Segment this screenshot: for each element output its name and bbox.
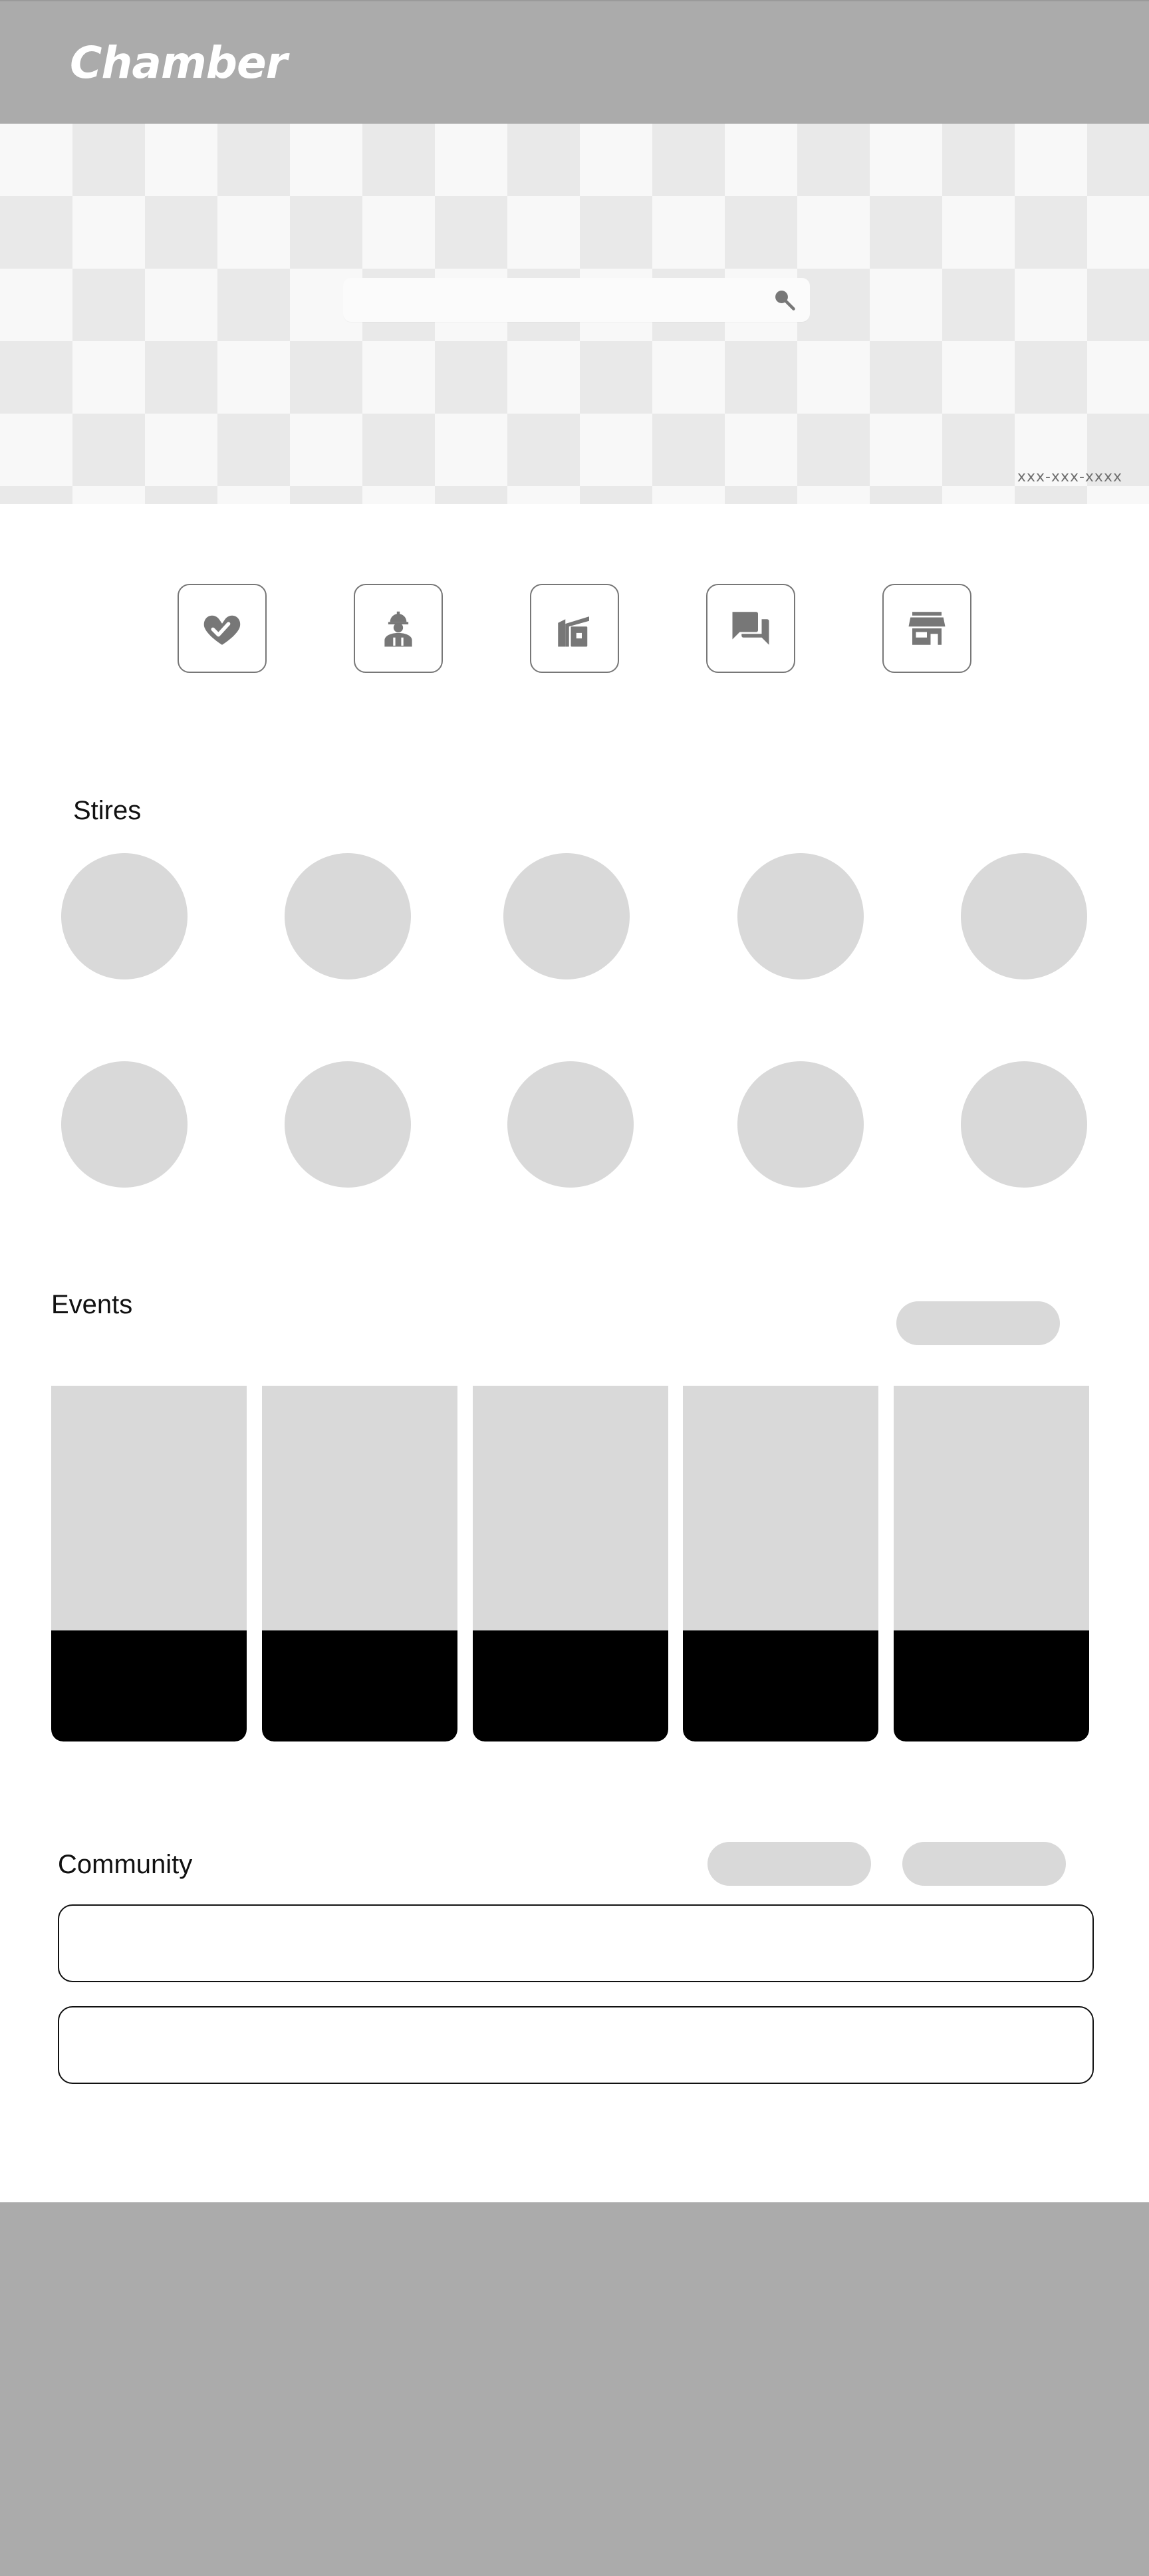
logo[interactable]: Chamber — [70, 33, 287, 93]
quick-link-stores[interactable] — [882, 584, 971, 673]
store-item[interactable] — [285, 853, 411, 979]
chat-bubbles-icon — [729, 606, 773, 650]
top-header: Chamber — [0, 0, 1149, 124]
store-item[interactable] — [737, 1061, 864, 1188]
factory-icon — [553, 606, 596, 650]
handshake-heart-icon — [200, 606, 244, 650]
store-item[interactable] — [61, 853, 188, 979]
search-icon[interactable] — [771, 287, 798, 313]
store-item[interactable] — [61, 1061, 188, 1188]
storefront-icon — [905, 606, 949, 650]
events-title: Events — [51, 1290, 133, 1319]
store-item[interactable] — [737, 853, 864, 979]
event-card-footer — [894, 1630, 1089, 1741]
event-card[interactable] — [473, 1386, 668, 1741]
store-item[interactable] — [961, 853, 1087, 979]
search-bar[interactable] — [343, 278, 810, 323]
quick-links — [0, 584, 1149, 674]
community-filter-button[interactable] — [707, 1842, 871, 1886]
event-card[interactable] — [683, 1386, 878, 1741]
community-filter-button[interactable] — [902, 1842, 1066, 1886]
search-input[interactable] — [355, 278, 770, 323]
event-card-footer — [683, 1630, 878, 1741]
event-card-footer — [262, 1630, 457, 1741]
event-card-footer — [473, 1630, 668, 1741]
store-item[interactable] — [961, 1061, 1087, 1188]
quick-link-workforce[interactable] — [354, 584, 443, 673]
footer — [0, 2202, 1149, 2576]
community-title: Community — [58, 1850, 193, 1879]
phone-number: xxx-xxx-xxxx — [1017, 469, 1122, 485]
event-card-footer — [51, 1630, 247, 1741]
worker-icon — [376, 606, 420, 650]
event-card[interactable] — [894, 1386, 1089, 1741]
event-card[interactable] — [262, 1386, 457, 1741]
quick-link-industry[interactable] — [530, 584, 619, 673]
quick-link-forum[interactable] — [706, 584, 795, 673]
quick-link-partners[interactable] — [178, 584, 267, 673]
events-view-all-button[interactable] — [896, 1301, 1060, 1345]
event-card[interactable] — [51, 1386, 247, 1741]
hero-banner: xxx-xxx-xxxx — [0, 124, 1149, 504]
community-post[interactable] — [58, 1904, 1094, 1982]
stores-title: Stires — [73, 796, 142, 825]
store-item[interactable] — [507, 1061, 634, 1188]
community-post[interactable] — [58, 2006, 1094, 2084]
store-item[interactable] — [503, 853, 630, 979]
store-item[interactable] — [285, 1061, 411, 1188]
